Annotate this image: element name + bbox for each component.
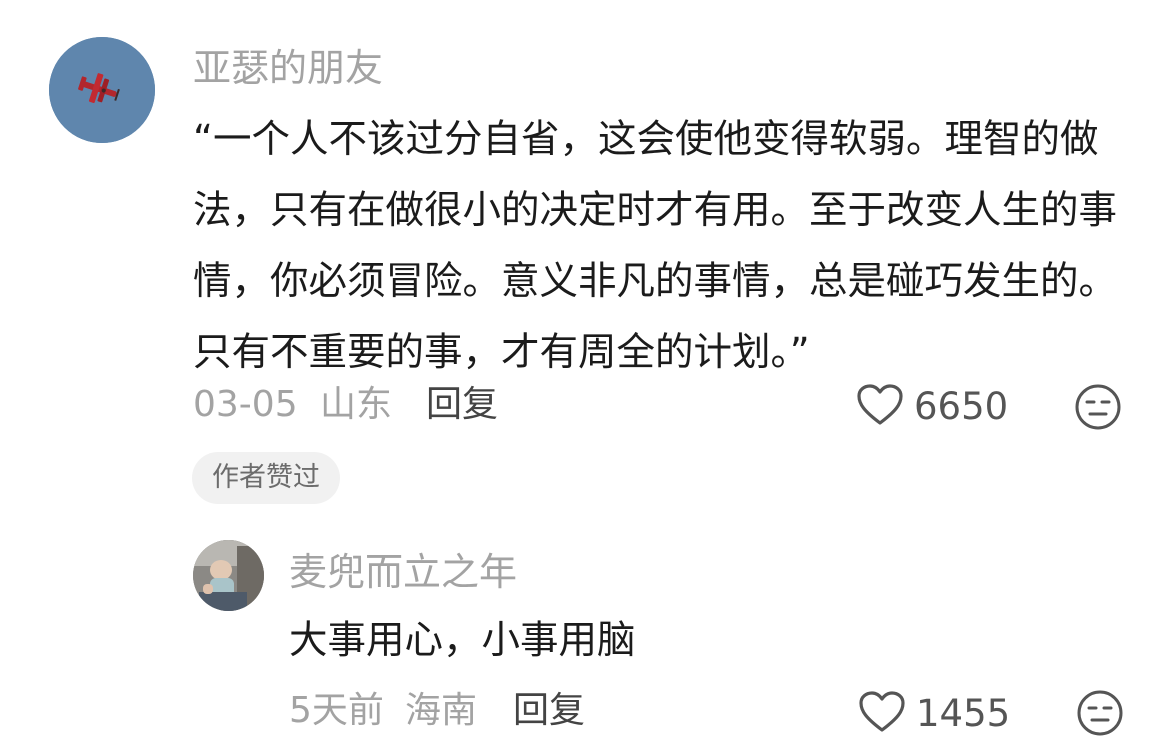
unamused-face-icon[interactable] <box>1074 383 1122 431</box>
comment-date: 03-05 <box>193 384 298 425</box>
red-biplane-icon <box>49 37 155 143</box>
author-liked-badge: 作者赞过 <box>192 452 340 504</box>
comment-location: 山东 <box>320 384 393 425</box>
avatar[interactable] <box>49 37 155 143</box>
comment-username[interactable]: 麦兜而立之年 <box>289 548 517 596</box>
heart-outline-icon[interactable] <box>856 383 904 427</box>
like-count: 1455 <box>916 692 1011 735</box>
comment-date: 5天前 <box>289 690 384 731</box>
comment-text: 大事用心，小事用脑 <box>289 618 636 663</box>
reply-button[interactable]: 回复 <box>513 689 585 733</box>
comment-text: “一个人不该过分自省，这会使他变得软弱。理智的做法，只有在做很小的决定时才有用。… <box>193 117 1118 375</box>
comment-username[interactable]: 亚瑟的朋友 <box>193 44 383 92</box>
heart-outline-icon[interactable] <box>858 690 906 734</box>
avatar[interactable] <box>193 540 264 611</box>
reply-button[interactable]: 回复 <box>426 383 498 427</box>
comment-location: 海南 <box>405 690 478 731</box>
baby-photo-icon <box>193 540 264 611</box>
like-count: 6650 <box>914 385 1009 428</box>
unamused-face-icon[interactable] <box>1076 689 1124 737</box>
